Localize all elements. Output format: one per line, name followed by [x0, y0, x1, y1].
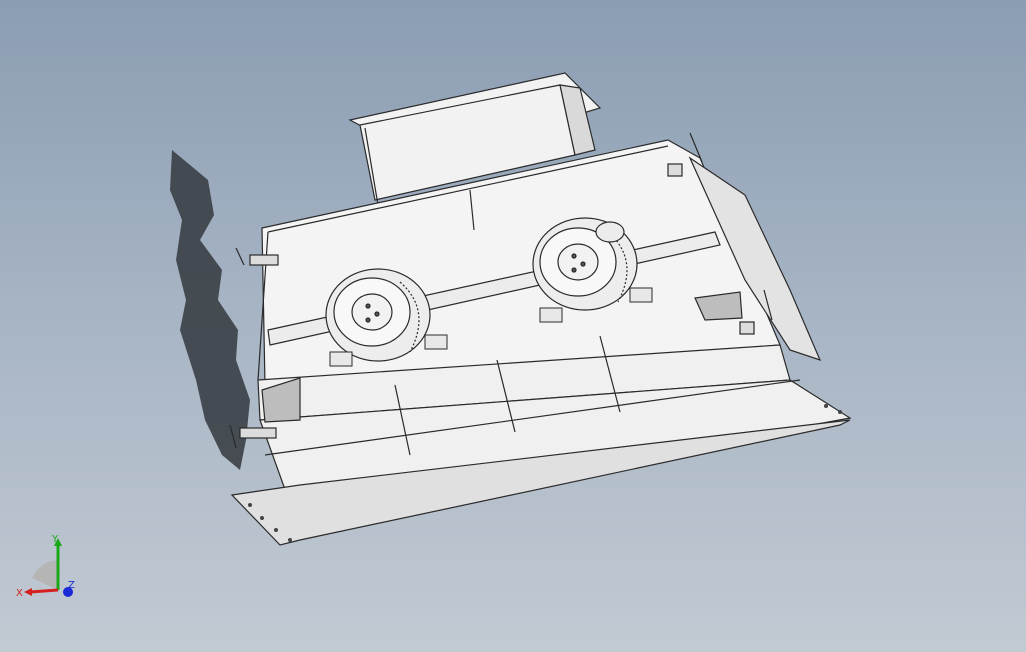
- left-roller[interactable]: [325, 268, 431, 362]
- x-arrow-icon: [24, 588, 32, 596]
- y-axis-label: Y: [51, 534, 59, 545]
- triad-plane-icon: [32, 560, 58, 590]
- x-axis-icon: [29, 588, 59, 594]
- cad-viewport[interactable]: [0, 0, 1026, 652]
- coordinate-triad: Y X Z: [16, 534, 75, 599]
- model-shadow: [170, 150, 250, 470]
- z-axis-label: Z: [68, 580, 75, 591]
- right-roller[interactable]: [532, 217, 638, 311]
- x-axis-label: X: [16, 588, 23, 599]
